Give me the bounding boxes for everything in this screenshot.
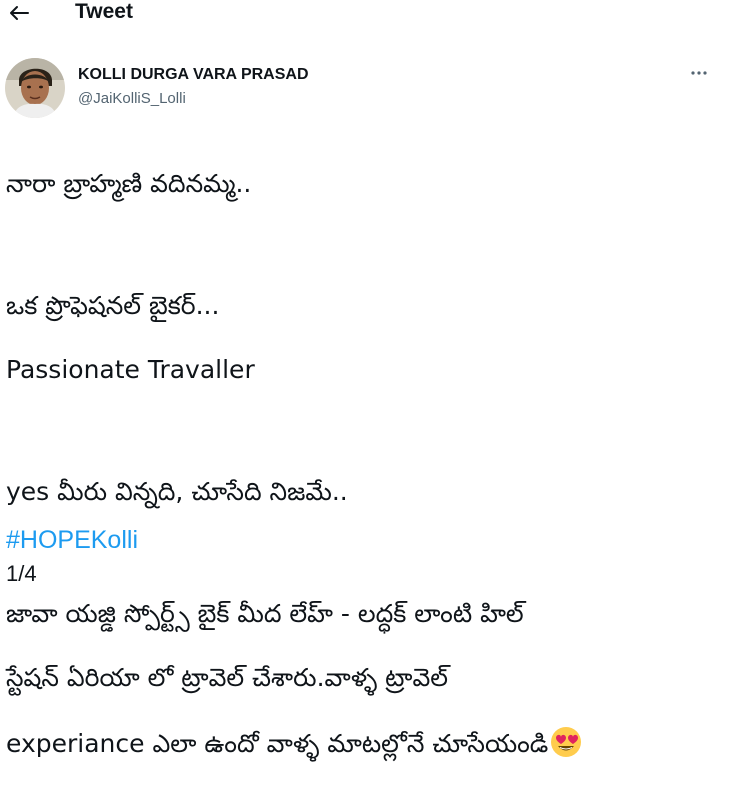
arrow-left-icon	[10, 6, 29, 20]
back-button[interactable]	[4, 0, 34, 26]
tweet-line: నారా బ్రాహ్మణి వదినమ్మ..	[6, 169, 252, 198]
hashtag-link[interactable]: #HOPEKolli	[6, 524, 138, 556]
more-options-button[interactable]	[686, 60, 712, 86]
author-handle[interactable]: @JaiKolliS_Lolli	[78, 90, 186, 108]
page-title: Tweet	[75, 0, 133, 23]
tweet-line: yes మీరు విన్నది, చూసేది నిజమే..	[6, 477, 348, 506]
avatar-photo	[5, 58, 65, 118]
avatar[interactable]	[5, 58, 65, 118]
author-display-name[interactable]: KOLLI DURGA VARA PRASAD	[78, 66, 309, 84]
tweet-text: నారా బ్రాహ్మణి వదినమ్మ.. ఒక ప్రొఫెషనల్ బ…	[6, 136, 721, 790]
thread-counter: 1/4	[6, 561, 37, 586]
tweet-line: ఒక ప్రొఫెషనల్ బైకర్...	[6, 291, 220, 320]
tweet-line: జావా యజ్డి స్పోర్ట్స్ బైక్ మీద లేహ్ - లద…	[6, 599, 524, 628]
top-bar: Tweet	[0, 0, 729, 26]
tweet-line-last: experiance ఎలా ఉందో వాళ్ళ మాటల్లోనే చూసే…	[6, 726, 721, 758]
tweet-line-text: experiance ఎలా ఉందో వాళ్ళ మాటల్లోనే చూసే…	[6, 729, 549, 758]
tweet-line: Passionate Travaller	[6, 355, 255, 384]
heart-eyes-emoji-icon	[550, 726, 582, 766]
tweet-line: స్టేషన్ ఏరియా లో ట్రావెల్ చేశారు.వాళ్ళ ట…	[6, 663, 449, 692]
more-horizontal-icon	[691, 71, 707, 75]
tweet-author: KOLLI DURGA VARA PRASAD @JaiKolliS_Lolli	[5, 58, 720, 120]
